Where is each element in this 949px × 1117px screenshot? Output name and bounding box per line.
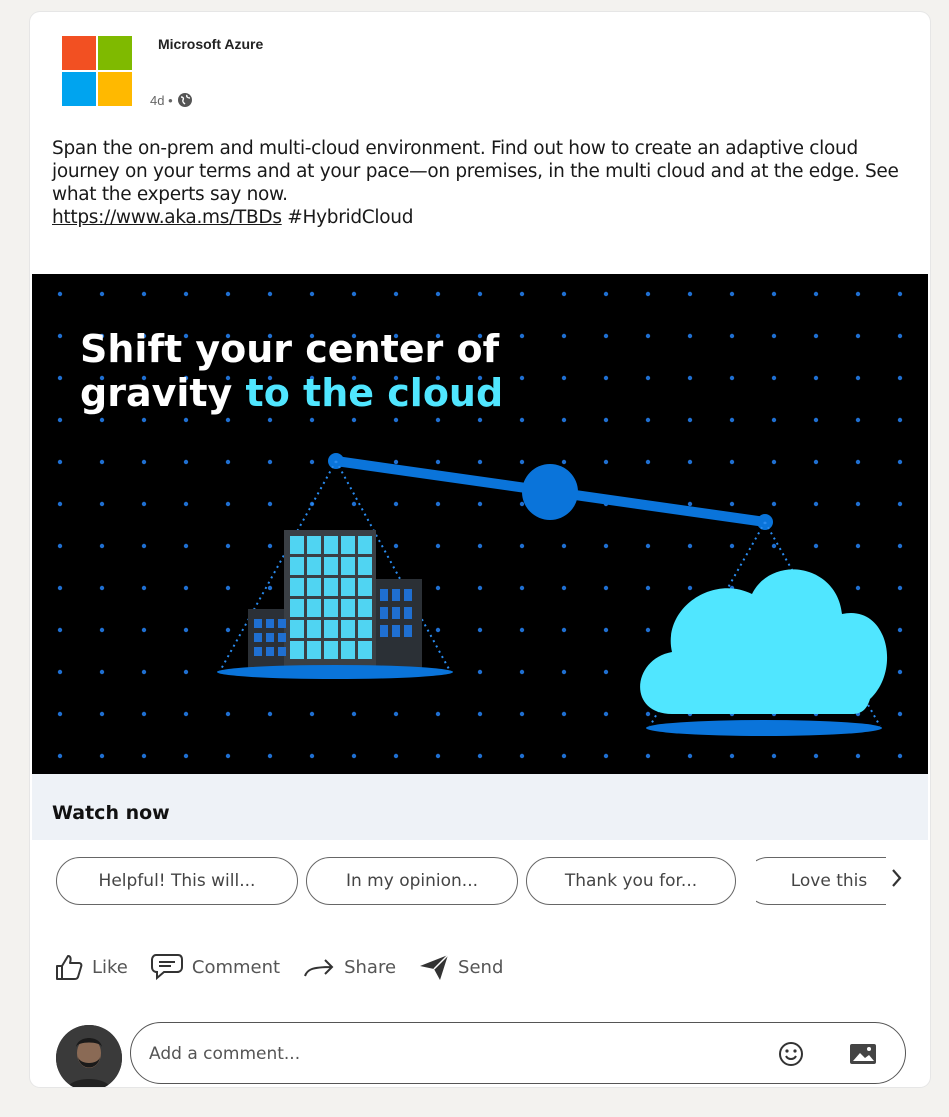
like-label: Like: [92, 956, 128, 978]
hero-illustration: Shift your center of gravity to the clou…: [57, 291, 903, 759]
buildings: [248, 530, 422, 671]
arrow-right-icon: [304, 959, 334, 977]
post-body: Span the on-prem and multi-cloud environ…: [52, 138, 899, 205]
send-button[interactable]: Send: [418, 952, 503, 982]
suggestion-chips: Helpful! This will... In my opinion... T…: [56, 857, 916, 909]
action-bar: Like Comment Share Send: [54, 947, 525, 987]
left-pan: [217, 665, 453, 679]
hero-title-gravity: gravity: [80, 371, 246, 415]
share-button[interactable]: Share: [302, 952, 396, 982]
chevron-right-icon[interactable]: [890, 866, 904, 890]
cloud-shape: [640, 569, 888, 714]
hero-title-cloud: to the cloud: [246, 371, 504, 415]
chip-love[interactable]: Love this: [756, 857, 886, 905]
chip-thankyou[interactable]: Thank you for...: [526, 857, 736, 905]
comment-row: [56, 1022, 906, 1087]
watch-now-label: Watch now: [52, 802, 170, 824]
microsoft-logo[interactable]: [62, 36, 132, 106]
post-age: 4d •: [150, 92, 173, 108]
share-label: Share: [344, 956, 397, 978]
hero-title-line1: Shift your center of: [80, 327, 500, 371]
globe-icon: [177, 93, 192, 107]
smiley-icon[interactable]: [778, 1041, 804, 1067]
like-button[interactable]: Like: [54, 952, 128, 982]
comment-input[interactable]: [147, 1039, 751, 1069]
image-icon[interactable]: [849, 1043, 877, 1065]
comment-button[interactable]: Comment: [150, 952, 280, 982]
paper-plane-icon: [420, 954, 449, 980]
post-meta: 4d •: [150, 92, 193, 108]
post-header: Microsoft Azure 4d •: [30, 12, 930, 132]
post-card: Microsoft Azure 4d • Span the on-prem an…: [30, 12, 930, 1087]
avatar[interactable]: [56, 1025, 122, 1087]
post-link[interactable]: https://www.aka.ms/TBDs: [52, 207, 282, 228]
chip-helpful[interactable]: Helpful! This will...: [56, 857, 298, 905]
right-pan: [646, 720, 882, 736]
svg-text:gravity to the cloud: gravity to the cloud: [80, 371, 503, 415]
chip-opinion[interactable]: In my opinion...: [306, 857, 518, 905]
scale-pivot: [522, 464, 578, 520]
thumbs-up-icon: [56, 955, 83, 980]
hero-image[interactable]: Shift your center of gravity to the clou…: [32, 274, 928, 774]
post-hashtag[interactable]: #HybridCloud: [287, 207, 413, 228]
watch-now-bar[interactable]: Watch now: [32, 774, 928, 840]
post-text: Span the on-prem and multi-cloud environ…: [52, 137, 912, 229]
comment-label: Comment: [191, 956, 281, 978]
chip-love-wrapper: Love this: [756, 857, 886, 909]
send-label: Send: [458, 956, 504, 978]
comment-box[interactable]: [130, 1022, 906, 1084]
speech-bubble-icon: [150, 954, 183, 981]
author-name[interactable]: Microsoft Azure: [158, 36, 263, 52]
